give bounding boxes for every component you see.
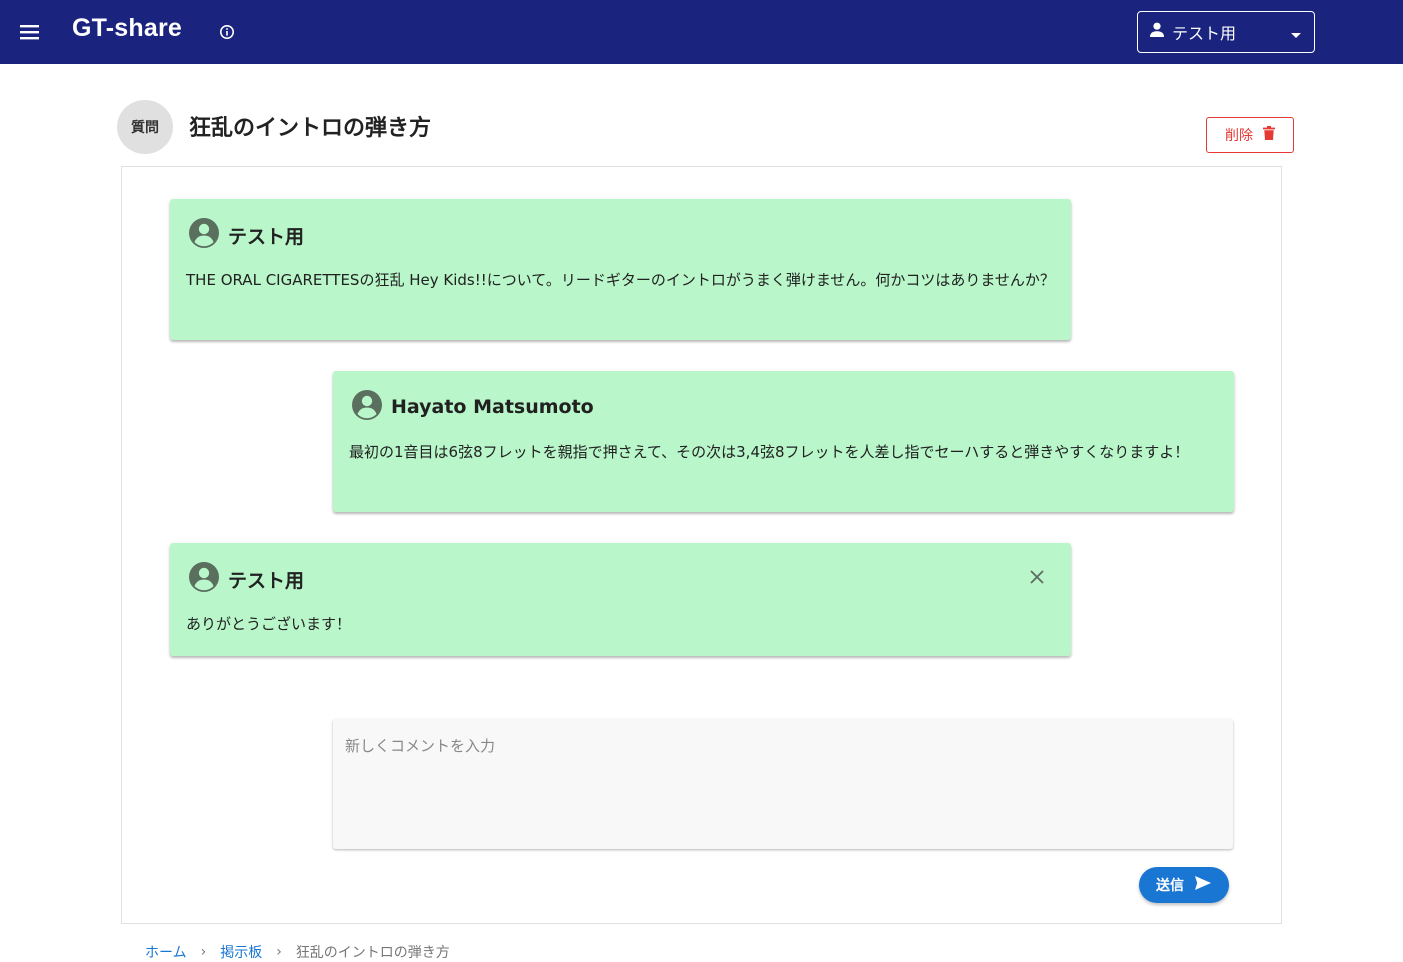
person-icon (1148, 21, 1166, 43)
send-button[interactable]: 送信 (1139, 867, 1229, 903)
delete-button-label: 削除 (1225, 128, 1253, 144)
page-title: 狂乱のイントロの弾き方 (189, 116, 432, 141)
message-body: THE ORAL CIGARETTESの狂乱 Hey Kids!!について。リー… (186, 271, 1055, 289)
caret-down-icon (1290, 26, 1302, 45)
app-bar: GT-share テスト用 (0, 0, 1403, 64)
category-badge: 質問 (117, 100, 173, 154)
user-select[interactable]: テスト用 (1137, 11, 1315, 53)
breadcrumb-separator-icon: › (276, 944, 282, 960)
comment-input[interactable] (333, 719, 1233, 849)
account-circle-icon (188, 561, 220, 597)
close-icon[interactable] (1027, 567, 1047, 587)
message-card: テスト用 THE ORAL CIGARETTESの狂乱 Hey Kids!!につ… (170, 199, 1071, 340)
message-author-name: テスト用 (228, 225, 305, 248)
app-title[interactable]: GT-share (72, 14, 182, 43)
message-author: テスト用 (188, 561, 304, 597)
send-icon (1194, 875, 1212, 895)
message-author-name: テスト用 (228, 569, 305, 592)
delete-button[interactable]: 削除 (1206, 117, 1294, 153)
breadcrumb-separator-icon: › (200, 944, 207, 960)
message-author: テスト用 (188, 217, 304, 253)
message-body: 最初の1音目は6弦8フレットを親指で押さえて、その次は3,4弦8フレットを人差し… (349, 443, 1190, 461)
account-circle-icon (188, 217, 220, 253)
message-card: テスト用 ありがとうございます！ (170, 543, 1071, 656)
breadcrumb-board[interactable]: 掲示板 (220, 942, 262, 962)
send-button-label: 送信 (1156, 878, 1184, 894)
message-author-name: Hayato Matsumoto (391, 396, 594, 418)
breadcrumb: ホーム › 掲示板 › 狂乱のイントロの弾き方 (145, 942, 450, 962)
menu-icon[interactable] (12, 14, 48, 50)
comment-input-container (333, 719, 1233, 849)
message-body: ありがとうございます！ (186, 615, 352, 633)
trash-icon (1263, 126, 1275, 144)
info-icon[interactable] (214, 19, 240, 45)
user-select-value: テスト用 (1172, 24, 1237, 43)
breadcrumb-home[interactable]: ホーム (145, 942, 187, 962)
account-circle-icon (351, 389, 383, 425)
message-author: Hayato Matsumoto (351, 389, 594, 425)
message-card: Hayato Matsumoto 最初の1音目は6弦8フレットを親指で押さえて、… (333, 371, 1234, 512)
breadcrumb-current: 狂乱のイントロの弾き方 (295, 945, 450, 961)
